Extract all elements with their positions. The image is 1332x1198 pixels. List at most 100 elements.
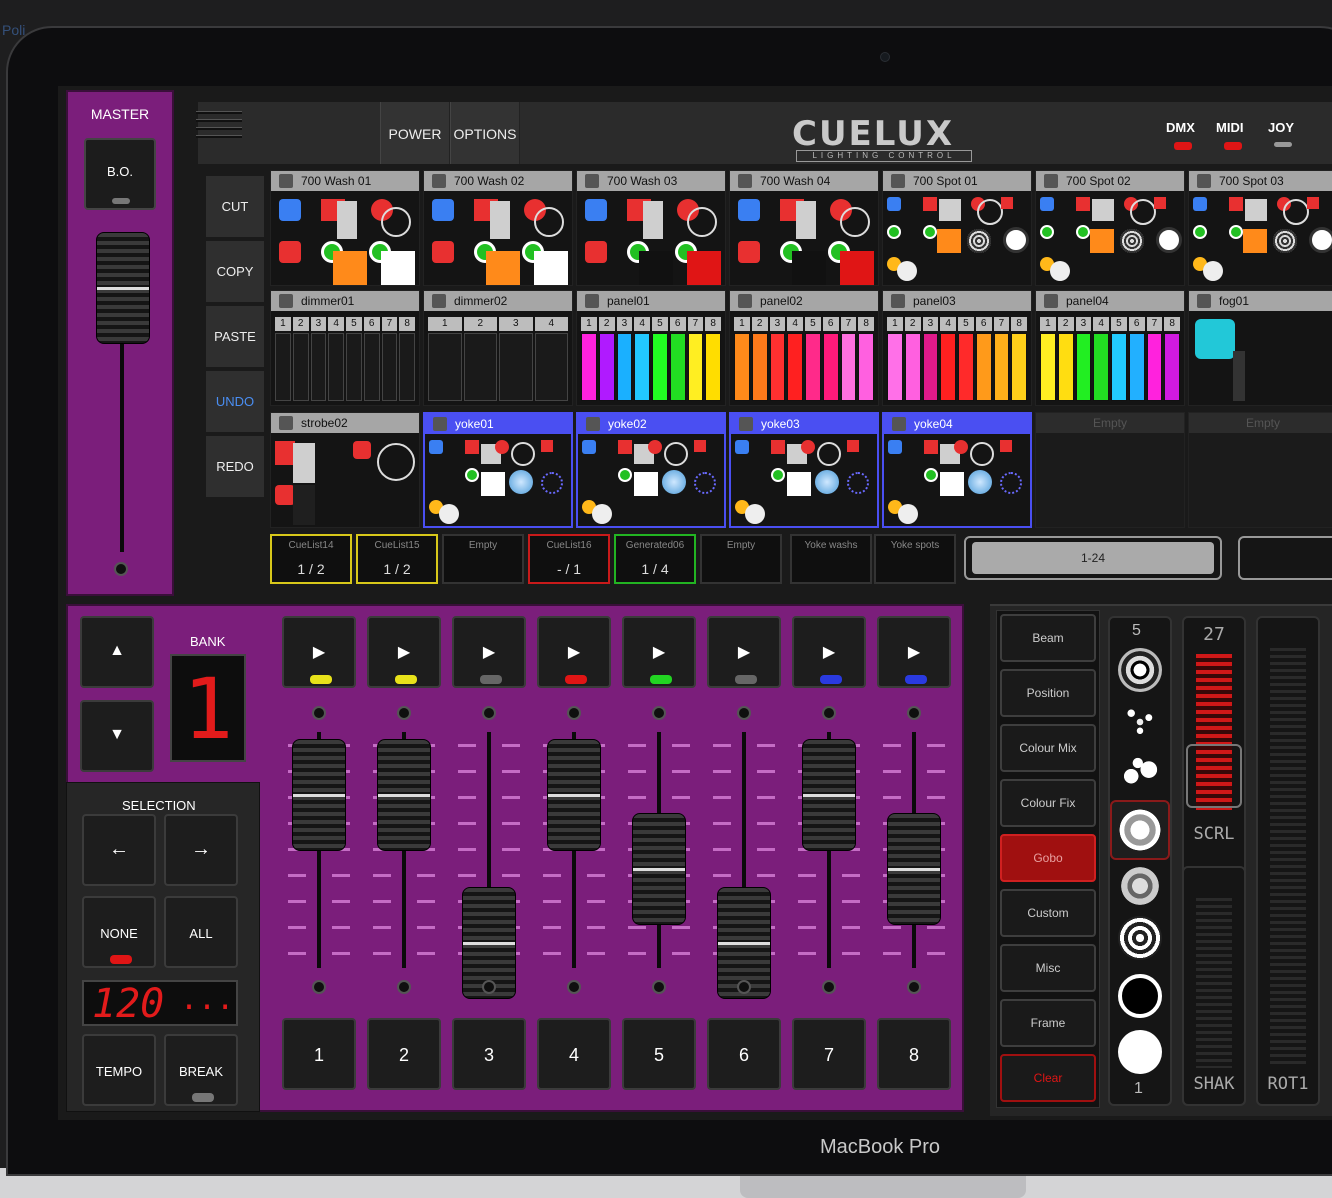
attribute-icon[interactable]: [1130, 199, 1156, 225]
fog-icon[interactable]: [1195, 319, 1235, 359]
attribute-icon[interactable]: [888, 440, 902, 454]
attribute-icon[interactable]: [618, 468, 632, 482]
channel-level-bar[interactable]: [328, 333, 344, 401]
attribute-icon[interactable]: [792, 251, 826, 285]
channel-level-bar[interactable]: [840, 333, 857, 401]
select-next-button[interactable]: →: [164, 814, 238, 886]
category-button-custom[interactable]: Custom: [1000, 889, 1096, 937]
play-button[interactable]: ▶: [707, 616, 781, 688]
attribute-icon[interactable]: [275, 441, 295, 465]
attribute-icon[interactable]: [582, 440, 596, 454]
play-button[interactable]: ▶: [792, 616, 866, 688]
attribute-icon[interactable]: [1001, 197, 1013, 209]
channel-level-bar[interactable]: [922, 333, 939, 401]
channel-level-bar[interactable]: [363, 333, 380, 401]
channel-level-bar[interactable]: [1111, 333, 1127, 401]
category-button-frame[interactable]: Frame: [1000, 999, 1096, 1047]
attribute-icon[interactable]: [490, 201, 510, 239]
playback-fader[interactable]: [292, 738, 346, 851]
fixture-cell[interactable]: 700 Wash 04: [729, 170, 879, 286]
category-button-beam[interactable]: Beam: [1000, 614, 1096, 662]
fixture-cell[interactable]: dimmer01 1 2 3 4 5 6 7 8: [270, 290, 420, 406]
fixture-cell[interactable]: Empty: [1188, 412, 1332, 528]
attribute-icon[interactable]: [939, 199, 961, 221]
playback-flash-button[interactable]: 1: [282, 1018, 356, 1090]
attribute-icon[interactable]: [293, 443, 315, 483]
attribute-icon[interactable]: [924, 468, 938, 482]
attribute-icon[interactable]: [840, 207, 870, 237]
attribute-icon[interactable]: [377, 443, 415, 481]
channel-level-bar[interactable]: [887, 333, 903, 401]
cuelist-button[interactable]: Yoke washs: [790, 534, 872, 584]
attribute-icon[interactable]: [381, 251, 415, 285]
cuelist-button[interactable]: Yoke spots: [874, 534, 956, 584]
select-all-button[interactable]: ALL: [164, 896, 238, 968]
fixture-cell[interactable]: 700 Wash 01: [270, 170, 420, 286]
select-none-button[interactable]: NONE: [82, 896, 156, 968]
gobo-pattern-icon[interactable]: [1118, 648, 1162, 692]
attribute-icon[interactable]: [801, 440, 815, 454]
channel-level-bar[interactable]: [1146, 333, 1163, 401]
channel-level-bar[interactable]: [751, 333, 768, 401]
channel-level-bar[interactable]: [705, 333, 721, 401]
channel-level-bar[interactable]: [822, 333, 839, 401]
power-button[interactable]: POWER: [380, 102, 450, 164]
attribute-icon[interactable]: [1000, 440, 1012, 452]
channel-level-bar[interactable]: [1093, 333, 1109, 401]
blackout-button[interactable]: B.O.: [84, 138, 156, 210]
attribute-icon[interactable]: [840, 251, 874, 285]
attribute-icon[interactable]: [1273, 229, 1297, 253]
channel-level-bar[interactable]: [598, 333, 615, 401]
options-button[interactable]: OPTIONS: [450, 102, 520, 164]
attribute-icon[interactable]: [898, 504, 918, 524]
attribute-icon[interactable]: [937, 229, 961, 253]
attribute-icon[interactable]: [1003, 227, 1029, 253]
channel-level-bar[interactable]: [652, 333, 668, 401]
fixture-cell[interactable]: 700 Spot 03: [1188, 170, 1332, 286]
playback-fader[interactable]: [802, 738, 856, 851]
attribute-icon[interactable]: [1156, 227, 1182, 253]
attribute-icon[interactable]: [541, 440, 553, 452]
play-button[interactable]: ▶: [622, 616, 696, 688]
category-button-position[interactable]: Position: [1000, 669, 1096, 717]
attribute-icon[interactable]: [648, 440, 662, 454]
attribute-icon[interactable]: [639, 251, 673, 285]
fixture-cell[interactable]: yoke03: [729, 412, 879, 528]
play-button[interactable]: ▶: [877, 616, 951, 688]
attribute-icon[interactable]: [585, 199, 607, 221]
attribute-icon[interactable]: [279, 241, 301, 263]
attribute-icon[interactable]: [1040, 225, 1054, 239]
attribute-icon[interactable]: [439, 504, 459, 524]
attribute-icon[interactable]: [787, 472, 811, 496]
channel-level-bar[interactable]: [975, 333, 992, 401]
attribute-icon[interactable]: [1120, 229, 1144, 253]
channel-level-bar[interactable]: [904, 333, 921, 401]
attribute-icon[interactable]: [694, 472, 716, 494]
attribute-icon[interactable]: [687, 251, 721, 285]
channel-level-bar[interactable]: [463, 333, 497, 401]
play-button[interactable]: ▶: [537, 616, 611, 688]
attribute-icon[interactable]: [1076, 197, 1090, 211]
channel-level-bar[interactable]: [292, 333, 309, 401]
attribute-icon[interactable]: [1193, 197, 1207, 211]
channel-level-bar[interactable]: [1011, 333, 1027, 401]
cuelist-button[interactable]: CueList15 1 / 2: [356, 534, 438, 584]
redo-button[interactable]: REDO: [206, 436, 264, 498]
cuelist-button[interactable]: CueList14 1 / 2: [270, 534, 352, 584]
master-fader[interactable]: [96, 232, 150, 344]
fixture-cell[interactable]: 700 Wash 03: [576, 170, 726, 286]
playback-fader[interactable]: [887, 812, 941, 925]
attribute-icon[interactable]: [954, 440, 968, 454]
attribute-icon[interactable]: [940, 472, 964, 496]
select-previous-button[interactable]: ←: [82, 814, 156, 886]
attribute-icon[interactable]: [337, 201, 357, 239]
attribute-icon[interactable]: [847, 472, 869, 494]
fixture-cell[interactable]: 700 Spot 02: [1035, 170, 1185, 286]
attribute-icon[interactable]: [381, 207, 411, 237]
channel-level-bar[interactable]: [734, 333, 750, 401]
attribute-icon[interactable]: [1307, 197, 1319, 209]
menu-icon[interactable]: [196, 106, 242, 146]
fixture-cell[interactable]: Empty: [1035, 412, 1185, 528]
fixture-cell[interactable]: yoke04: [882, 412, 1032, 528]
attribute-icon[interactable]: [481, 472, 505, 496]
